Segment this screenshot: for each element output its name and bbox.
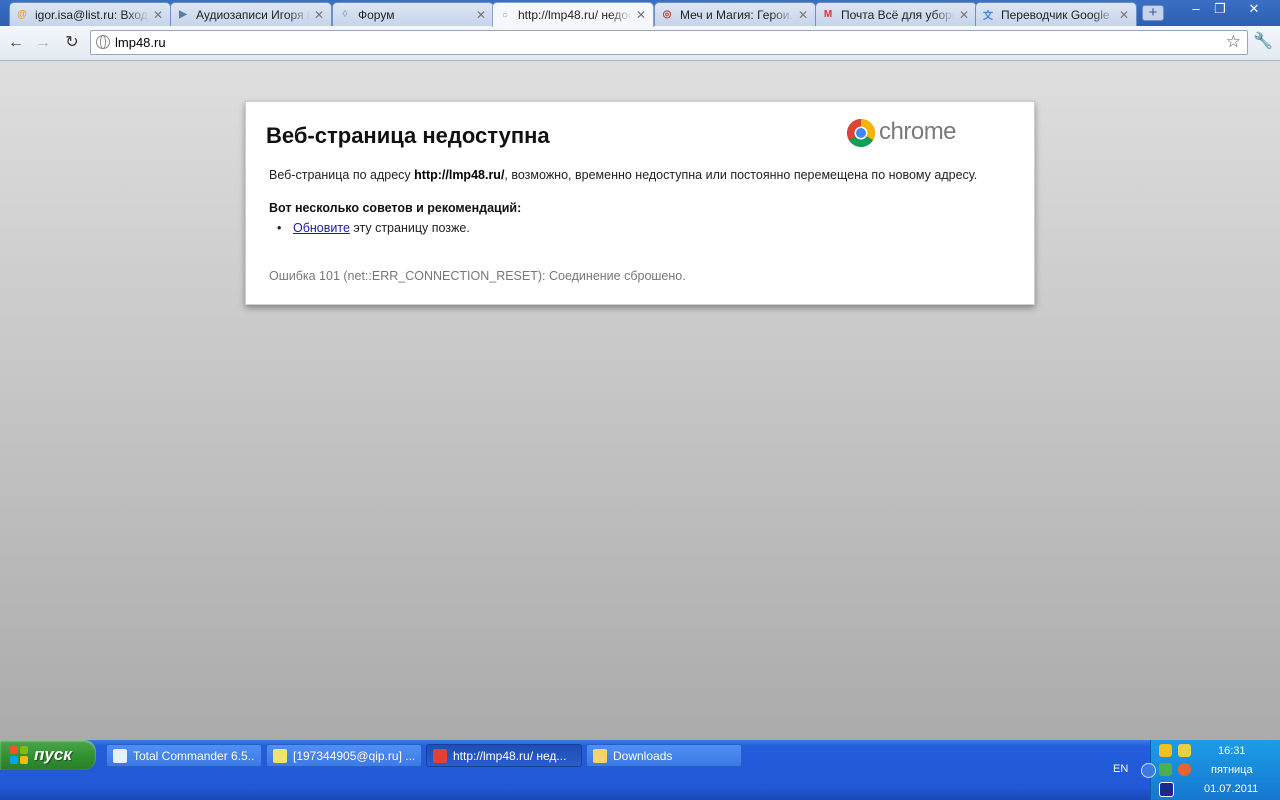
network-icon[interactable]: [1159, 763, 1172, 776]
globe-icon: ○: [501, 9, 509, 21]
tab-4[interactable]: ◎ Меч и Магия: Герои. Новости✕: [654, 2, 816, 26]
error-code: Ошибка 101 (net::ERR_CONNECTION_RESET): …: [269, 269, 686, 283]
reload-link[interactable]: Обновите: [293, 221, 350, 235]
forward-button[interactable]: →: [34, 34, 52, 52]
forum-globe-icon: ◊: [342, 9, 348, 20]
total-commander-icon: [113, 748, 127, 763]
tab-title: http://lmp48.ru/ недоступна: [518, 8, 632, 22]
chrome-icon: [433, 748, 447, 763]
clock-time[interactable]: 16:31: [1218, 745, 1246, 757]
taskbar-button-1[interactable]: [197344905@qip.ru] ...: [266, 744, 422, 767]
mail-at-icon: @: [17, 9, 27, 20]
gmail-icon: M: [823, 9, 833, 20]
tab-close-icon[interactable]: ✕: [152, 8, 164, 22]
taskbar-button-0[interactable]: Total Commander 6.5...: [106, 744, 262, 767]
close-window-button[interactable]: ✕: [1241, 0, 1267, 18]
taskbar-button-label: Total Commander 6.5...: [133, 748, 255, 763]
tab-close-icon[interactable]: ✕: [797, 8, 809, 22]
restore-button[interactable]: ❐: [1207, 0, 1233, 18]
tab-0[interactable]: @ igor.isa@list.ru: Входящие✕: [9, 2, 171, 26]
chrome-wordmark: chrome: [879, 118, 957, 145]
tab-title: igor.isa@list.ru: Входящие: [35, 7, 149, 22]
tab-2[interactable]: ◊ Форум ✕: [332, 2, 494, 26]
tab-close-icon[interactable]: ✕: [313, 8, 325, 22]
minimize-button[interactable]: ‒: [1183, 0, 1209, 18]
lightning-icon[interactable]: [1178, 744, 1191, 757]
tab-close-icon[interactable]: ✕: [475, 8, 487, 22]
shield-icon[interactable]: [1159, 744, 1172, 757]
qip-tray-icon[interactable]: [1178, 763, 1191, 776]
tab-5[interactable]: M Почта Всё для уборки ✕: [815, 2, 977, 26]
address-bar[interactable]: lmp48.ru ☆: [90, 30, 1248, 55]
error-card: Веб-страница недоступна chrome Веб-стран…: [245, 101, 1035, 305]
desc-url: http://lmp48.ru/: [414, 168, 505, 182]
desc-suffix: , возможно, временно недоступна или пост…: [504, 168, 978, 182]
tray-expand-icon[interactable]: [1141, 763, 1156, 778]
windows-logo-icon: [10, 746, 28, 764]
clock-date[interactable]: 01.07.2011: [1204, 783, 1258, 795]
back-button[interactable]: ←: [7, 34, 25, 52]
tab-title: Форум: [358, 7, 395, 22]
taskbar-button-label: http://lmp48.ru/ нед...: [453, 748, 567, 763]
desc-prefix: Веб-страница по адресу: [269, 168, 415, 182]
tab-3[interactable]: ○ http://lmp48.ru/ недоступна✕: [492, 2, 654, 27]
tip-text: эту страницу позже.: [349, 221, 470, 235]
tab-title: Почта Всё для уборки: [841, 7, 955, 22]
tip-item: • Обновите эту страницу позже.: [277, 221, 470, 235]
tab-title: Аудиозаписи Игоря Исаева: [196, 7, 310, 22]
tab-close-icon[interactable]: ✕: [635, 8, 647, 22]
taskbar-button-label: [197344905@qip.ru] ...: [293, 748, 415, 763]
media-player-icon[interactable]: [1159, 782, 1174, 797]
bullet: •: [277, 221, 282, 235]
tab-close-icon[interactable]: ✕: [958, 8, 970, 22]
wrench-menu-icon[interactable]: 🔧: [1253, 30, 1273, 54]
language-indicator[interactable]: EN: [1113, 763, 1128, 775]
new-tab-button[interactable]: +: [1142, 5, 1164, 21]
start-button[interactable]: пуск: [0, 740, 96, 770]
taskbar: пуск Total Commander 6.5... [197344905@qi…: [0, 740, 1280, 800]
globe-icon: [96, 35, 110, 49]
translate-icon: 文: [983, 11, 993, 22]
reload-button[interactable]: ↻: [63, 34, 81, 52]
tab-title: Переводчик Google: [1001, 7, 1110, 22]
qip-chat-icon: [273, 748, 287, 763]
taskbar-button-label: Downloads: [613, 748, 673, 763]
tab-6[interactable]: 文 Переводчик Google ✕: [975, 2, 1137, 26]
taskbar-button-2[interactable]: http://lmp48.ru/ нед...: [426, 744, 582, 767]
folder-icon: [593, 748, 607, 763]
start-label: пуск: [34, 745, 72, 764]
tab-close-icon[interactable]: ✕: [1118, 8, 1130, 22]
bookmark-star-icon[interactable]: ☆: [1226, 32, 1241, 52]
tab-1[interactable]: ▶ Аудиозаписи Игоря Исаева✕: [170, 2, 332, 26]
taskbar-button-3[interactable]: Downloads: [586, 744, 742, 767]
chrome-logo-icon: [847, 119, 875, 147]
browser-toolbar: ← → ↻ lmp48.ru ☆: [0, 26, 1280, 61]
error-description: Веб-страница по адресу http://lmp48.ru/,…: [269, 168, 977, 182]
page-content: Веб-страница недоступна chrome Веб-стран…: [0, 61, 1280, 740]
address-text[interactable]: lmp48.ru: [115, 35, 166, 50]
target-icon: ◎: [662, 9, 672, 20]
tips-heading: Вот несколько советов и рекомендаций:: [269, 201, 522, 215]
clock-day[interactable]: пятница: [1211, 764, 1253, 776]
error-title: Веб-страница недоступна: [266, 123, 550, 148]
tab-title: Меч и Магия: Герои. Новости: [680, 7, 794, 22]
tab-strip: @igor.isa@list.ru: Входящие✕▶Аудиозаписи…: [0, 0, 1280, 27]
audio-play-icon: ▶: [179, 9, 187, 20]
